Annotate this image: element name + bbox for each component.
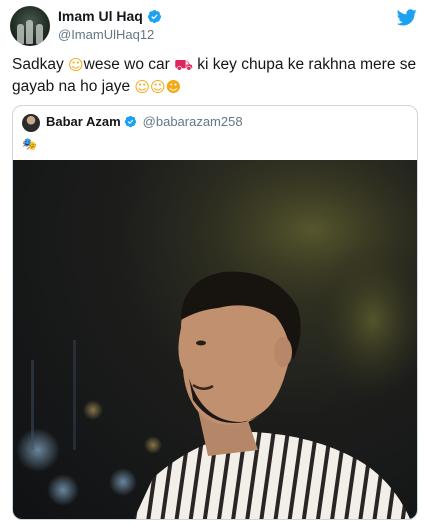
tweet-text-part: Sadkay xyxy=(12,56,69,73)
verified-badge-icon xyxy=(124,115,136,128)
author-handle[interactable]: @ImamUlHaq12 xyxy=(58,27,154,42)
avatar-figure xyxy=(17,24,24,44)
tweet-text-part: wese wo car xyxy=(83,56,175,73)
building-light xyxy=(31,360,34,450)
building-light xyxy=(73,340,76,450)
avatar-figure xyxy=(36,24,43,44)
performing-arts-masks-icon: 🎭 xyxy=(22,137,37,151)
avatar-figure xyxy=(26,20,33,44)
quoted-author-handle[interactable]: @babarazam258 xyxy=(143,114,243,129)
face-with-monocle-icon: ☺ xyxy=(150,78,166,96)
striped-shirt xyxy=(133,432,411,519)
quoted-author-avatar[interactable] xyxy=(22,114,40,132)
quoted-author-row[interactable]: Babar Azam @babarazam258 xyxy=(46,114,243,129)
eye xyxy=(196,340,206,346)
bokeh-light xyxy=(144,436,162,454)
bokeh-light xyxy=(16,428,60,472)
twitter-bird-icon[interactable] xyxy=(397,9,417,26)
bokeh-light xyxy=(47,474,79,506)
quoted-tweet-photo[interactable] xyxy=(13,160,417,519)
quoted-author-name[interactable]: Babar Azam xyxy=(46,114,121,129)
author-avatar[interactable] xyxy=(10,6,50,46)
ear xyxy=(274,337,292,367)
author-name-row[interactable]: Imam Ul Haq xyxy=(58,8,162,24)
red-car-icon: ⛟ xyxy=(174,56,193,74)
bokeh-light xyxy=(83,400,103,420)
quoted-tweet[interactable]: Babar Azam @babarazam258 🎭 xyxy=(12,105,418,520)
face-with-monocle-icon: ☺ xyxy=(134,78,151,96)
face-with-tears-of-joy-icon: ☻ xyxy=(165,78,182,96)
smiling-face-with-hearts-icon: ☺ xyxy=(68,56,84,74)
author-name[interactable]: Imam Ul Haq xyxy=(58,8,143,24)
tweet-text: Sadkay ☺wese wo car ⛟ ki key chupa ke ra… xyxy=(12,54,417,98)
tweet-card: Imam Ul Haq @ImamUlHaq12 Sadkay ☺wese wo… xyxy=(0,0,427,524)
photo-illustration xyxy=(16,160,417,519)
bokeh-light xyxy=(109,468,137,496)
verified-badge-icon xyxy=(147,9,161,23)
